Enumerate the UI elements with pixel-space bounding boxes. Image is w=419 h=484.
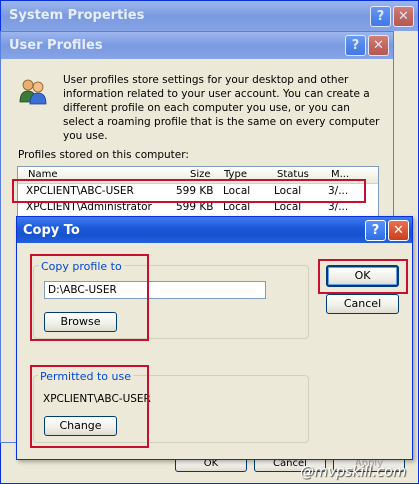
table-row[interactable]: XPCLIENT\Administrator 599 KB Local Loca…	[18, 201, 378, 216]
watermark: @mvpskill.com	[300, 464, 407, 480]
column-header-type[interactable]: Type	[224, 167, 247, 183]
copy-profile-label: Copy profile to	[39, 260, 124, 273]
column-header-status[interactable]: Status	[277, 167, 309, 183]
system-properties-titlebar: System Properties ? ✕	[1, 1, 418, 31]
close-icon: ✕	[393, 223, 404, 238]
help-icon: ?	[351, 38, 360, 53]
help-icon: ?	[376, 9, 385, 24]
copy-profile-path-input[interactable]: D:\ABC-USER	[44, 281, 266, 299]
row-modified: 3/...	[328, 201, 349, 213]
column-header-size[interactable]: Size	[190, 167, 211, 183]
column-header-modified[interactable]: M...	[331, 167, 349, 183]
copy-to-help-button[interactable]: ?	[365, 220, 386, 241]
system-properties-help-button[interactable]: ?	[370, 6, 391, 27]
user-profiles-help-button[interactable]: ?	[345, 35, 366, 56]
permitted-label: Permitted to use	[38, 370, 133, 383]
row-size: 599 KB	[176, 185, 214, 197]
system-properties-title: System Properties	[9, 8, 145, 23]
system-properties-close-button[interactable]: ✕	[393, 6, 414, 27]
row-type: Local	[223, 185, 251, 197]
row-modified: 3/...	[328, 185, 349, 197]
copy-to-window: Copy To ? ✕ Copy profile to D:\ABC-USER …	[16, 216, 413, 460]
help-icon: ?	[371, 223, 380, 238]
copy-to-title: Copy To	[23, 223, 80, 238]
copy-to-ok-button[interactable]: OK	[326, 265, 399, 287]
profiles-list-label: Profiles stored on this computer:	[18, 149, 189, 161]
close-icon: ✕	[398, 9, 409, 24]
copy-to-titlebar: Copy To ? ✕	[17, 217, 412, 243]
row-name: XPCLIENT\ABC-USER	[26, 185, 134, 197]
table-row[interactable]: XPCLIENT\ABC-USER 599 KB Local Local 3/.…	[18, 185, 378, 200]
row-name: XPCLIENT\Administrator	[26, 201, 152, 213]
list-header: Name Size Type Status M...	[18, 167, 378, 184]
close-icon: ✕	[373, 38, 384, 53]
permitted-user: XPCLIENT\ABC-USER	[43, 393, 151, 405]
change-button[interactable]: Change	[44, 416, 117, 436]
copy-to-cancel-button[interactable]: Cancel	[326, 294, 399, 314]
row-size: 599 KB	[176, 201, 214, 213]
user-profiles-title: User Profiles	[9, 38, 103, 53]
row-status: Local	[274, 185, 302, 197]
users-icon	[18, 76, 48, 106]
user-profiles-close-button[interactable]: ✕	[368, 35, 389, 56]
row-type: Local	[223, 201, 251, 213]
profiles-description: User profiles store settings for your de…	[63, 74, 380, 142]
row-status: Local	[274, 201, 302, 213]
column-header-name[interactable]: Name	[28, 167, 58, 183]
browse-button[interactable]: Browse	[44, 312, 117, 332]
user-profiles-titlebar: User Profiles ? ✕	[1, 32, 393, 59]
copy-to-close-button[interactable]: ✕	[388, 220, 409, 241]
